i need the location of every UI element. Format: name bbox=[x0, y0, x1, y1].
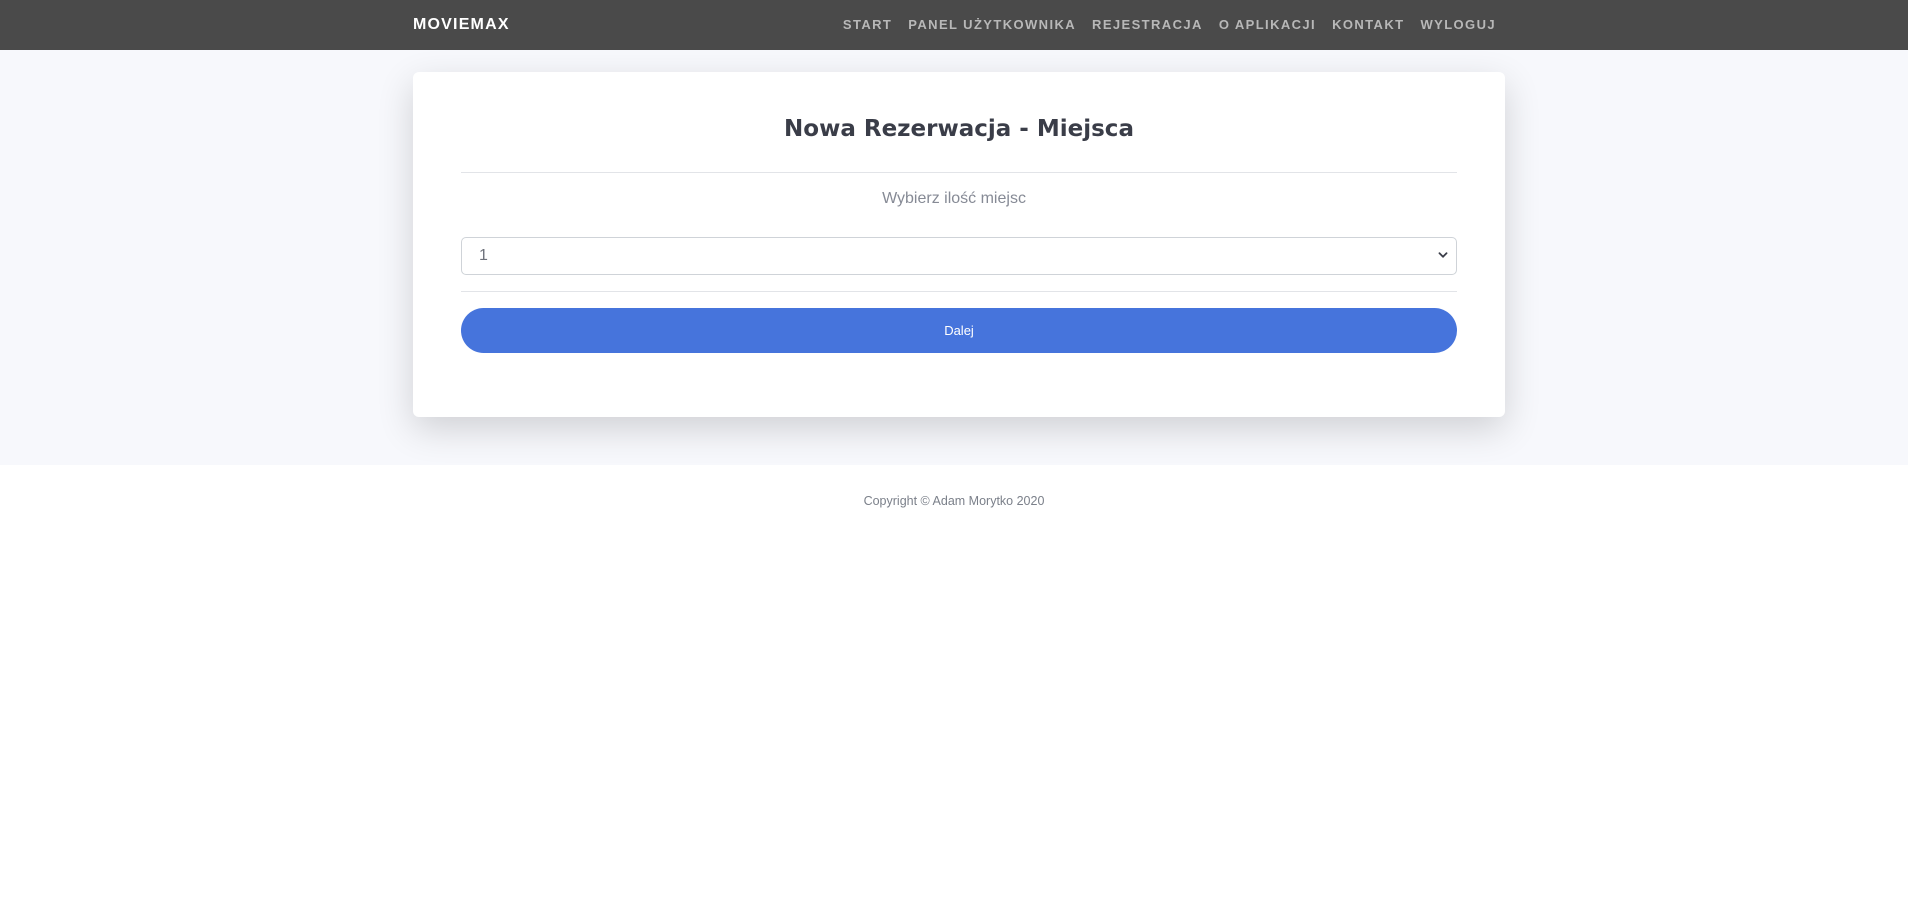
seat-count-select[interactable]: 1 bbox=[461, 237, 1457, 275]
next-button[interactable]: Dalej bbox=[461, 308, 1457, 353]
page-title: Nowa Rezerwacja - Miejsca bbox=[784, 116, 1134, 142]
nav-link-about[interactable]: O APLIKACJI bbox=[1219, 0, 1316, 50]
nav-links: START PANEL UŻYTKOWNIKA REJESTRACJA O AP… bbox=[843, 0, 1496, 50]
chevron-down-icon bbox=[1438, 252, 1448, 258]
nav-link-registration[interactable]: REJESTRACJA bbox=[1092, 0, 1203, 50]
navbar: MOVIEMAX START PANEL UŻYTKOWNIKA REJESTR… bbox=[0, 0, 1908, 50]
nav-link-contact[interactable]: KONTAKT bbox=[1332, 0, 1404, 50]
seat-count-label: Wybierz ilość miejsc bbox=[882, 190, 1026, 207]
brand-logo-link[interactable]: MOVIEMAX bbox=[413, 0, 510, 50]
footer-copyright: Copyright © Adam Morytko 2020 bbox=[863, 494, 1045, 508]
nav-link-start[interactable]: START bbox=[843, 0, 892, 50]
title-divider bbox=[461, 172, 1457, 173]
seat-count-value: 1 bbox=[479, 247, 488, 264]
nav-link-logout[interactable]: WYLOGUJ bbox=[1420, 0, 1496, 50]
form-divider bbox=[461, 291, 1457, 292]
nav-link-user-panel[interactable]: PANEL UŻYTKOWNIKA bbox=[908, 0, 1076, 50]
